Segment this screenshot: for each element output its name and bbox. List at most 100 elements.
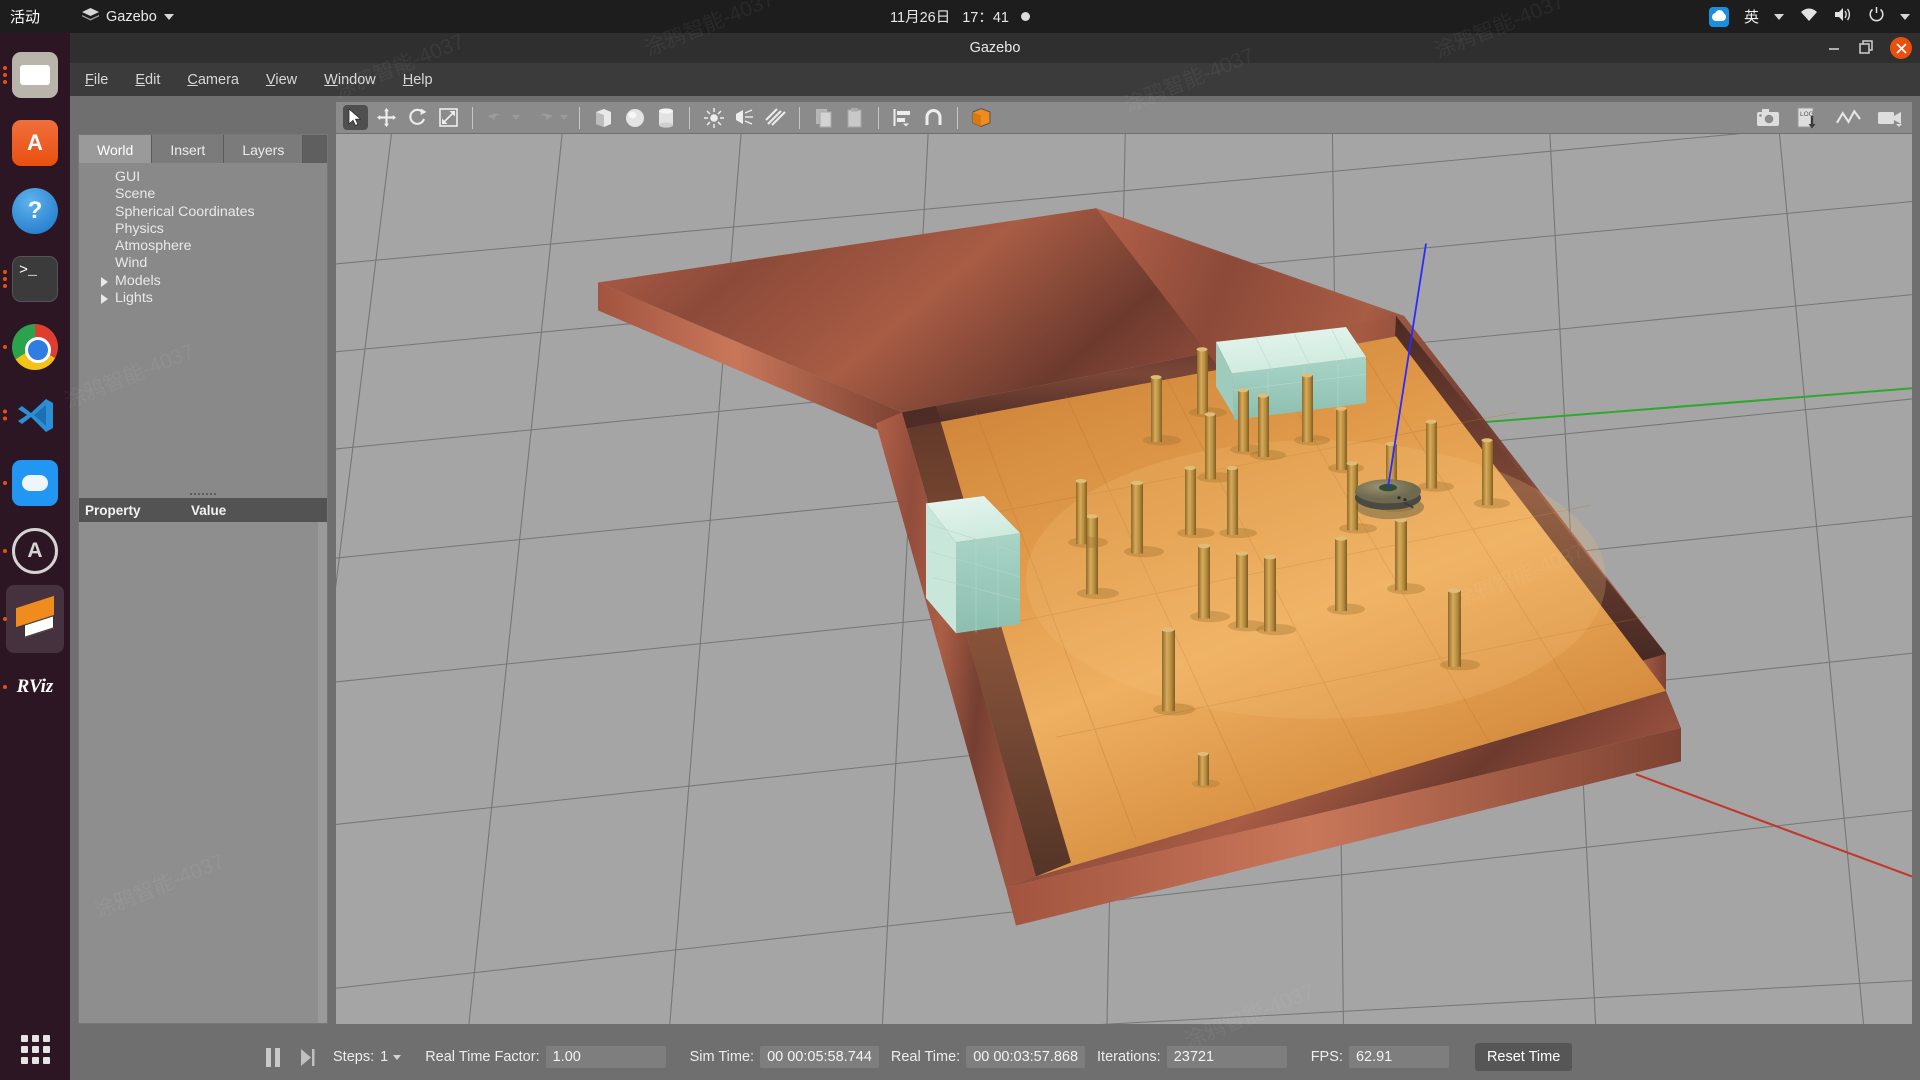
log-record-button[interactable]: LOG <box>1794 105 1822 130</box>
real-time-label: Real Time: <box>891 1049 960 1065</box>
render-viewport[interactable] <box>336 134 1912 1024</box>
app-menu-button[interactable]: Gazebo <box>82 8 174 25</box>
chevron-down-icon[interactable] <box>1774 14 1784 20</box>
maximize-button[interactable] <box>1858 40 1874 57</box>
plot-button[interactable] <box>1836 105 1861 130</box>
undo-button[interactable] <box>484 105 509 130</box>
ubuntu-dock: A ? >_ A RViz <box>0 33 70 1080</box>
spot-light-button[interactable] <box>732 105 757 130</box>
steps-caret-icon[interactable] <box>393 1055 401 1060</box>
property-scrollbar[interactable] <box>318 522 327 1023</box>
system-tray: 英 <box>1709 6 1910 27</box>
input-language-label[interactable]: 英 <box>1744 6 1759 27</box>
tree-item-lights[interactable]: Lights <box>101 290 327 307</box>
cloud-app-icon <box>12 460 58 506</box>
point-light-button[interactable] <box>701 105 726 130</box>
teal-box-near-front <box>956 533 1020 633</box>
iterations-label: Iterations: <box>1097 1049 1161 1065</box>
toolbar-right-group: LOG <box>1755 105 1905 130</box>
show-applications-button[interactable] <box>0 1035 70 1064</box>
dock-item-chrome[interactable] <box>0 313 70 381</box>
menu-camera[interactable]: Camera <box>187 72 239 88</box>
copy-button[interactable] <box>811 105 836 130</box>
terminal-icon: >_ <box>12 256 58 302</box>
rviz-icon: RViz <box>12 664 58 710</box>
reset-time-button[interactable]: Reset Time <box>1475 1043 1572 1071</box>
grid-icon <box>21 1035 50 1064</box>
dock-item-ubuntu[interactable]: A <box>0 517 70 585</box>
menu-file[interactable]: File <box>85 72 108 88</box>
dock-item-rviz[interactable]: RViz <box>0 653 70 721</box>
dock-item-terminal[interactable]: >_ <box>0 245 70 313</box>
tree-item-models[interactable]: Models <box>101 273 327 290</box>
menu-window[interactable]: Window <box>324 72 376 88</box>
video-record-button[interactable] <box>1875 105 1905 130</box>
render-toolbar: LOG <box>336 102 1912 133</box>
align-button[interactable] <box>890 105 915 130</box>
clock[interactable]: 11月26日 17：41 <box>890 6 1030 27</box>
expand-arrow-icon[interactable] <box>101 294 108 304</box>
select-mode-button[interactable] <box>343 105 368 130</box>
tree-item-label: Models <box>115 273 161 289</box>
clock-time: 17：41 <box>962 6 1009 27</box>
dock-item-files[interactable] <box>0 41 70 109</box>
activities-button[interactable]: 活动 <box>10 6 40 27</box>
tree-item-scene[interactable]: Scene <box>101 186 327 203</box>
sim-time-label: Sim Time: <box>690 1049 754 1065</box>
redo-history-caret-icon[interactable] <box>560 115 568 120</box>
tree-item-gui[interactable]: GUI <box>101 169 327 186</box>
dock-item-help[interactable]: ? <box>0 177 70 245</box>
redo-button[interactable] <box>532 105 557 130</box>
tree-item-physics[interactable]: Physics <box>101 221 327 238</box>
chrome-icon <box>12 324 58 370</box>
paste-button[interactable] <box>842 105 867 130</box>
directional-light-button[interactable] <box>763 105 788 130</box>
tab-insert[interactable]: Insert <box>152 135 224 163</box>
tree-item-spherical-coordinates[interactable]: Spherical Coordinates <box>101 204 327 221</box>
rotate-mode-button[interactable] <box>405 105 430 130</box>
step-button[interactable] <box>300 1048 315 1067</box>
tree-item-wind[interactable]: Wind <box>101 255 327 272</box>
running-indicator <box>3 481 7 485</box>
power-icon[interactable] <box>1868 6 1885 27</box>
insert-cylinder-button[interactable] <box>653 105 678 130</box>
minimize-button[interactable] <box>1826 40 1842 56</box>
pause-button[interactable] <box>266 1048 280 1067</box>
scene-canvas[interactable] <box>336 134 1912 1024</box>
close-button[interactable] <box>1890 37 1912 59</box>
chevron-down-icon[interactable] <box>1900 14 1910 20</box>
snap-button[interactable] <box>921 105 946 130</box>
property-table-body <box>79 522 327 1023</box>
insert-sphere-button[interactable] <box>622 105 647 130</box>
menu-edit[interactable]: Edit <box>135 72 160 88</box>
gazebo-layers-icon <box>82 8 99 25</box>
screenshot-button[interactable] <box>1755 105 1780 130</box>
dock-item-cloud[interactable] <box>0 449 70 517</box>
dock-item-gazebo[interactable] <box>6 585 64 653</box>
insert-box-button[interactable] <box>591 105 616 130</box>
world-tree: GUI Scene Spherical Coordinates Physics … <box>79 163 327 307</box>
view-angle-button[interactable] <box>969 105 994 130</box>
menu-help[interactable]: Help <box>403 72 433 88</box>
real-time-value: 00 00:03:57.868 <box>966 1046 1085 1068</box>
wifi-icon[interactable] <box>1799 7 1819 26</box>
undo-history-caret-icon[interactable] <box>512 115 520 120</box>
cloud-sync-icon[interactable] <box>1709 7 1729 27</box>
panel-splitter[interactable] <box>79 490 327 498</box>
running-indicator <box>3 549 7 553</box>
window-body: World Insert Layers GUI Scene Spherical … <box>70 96 1920 1034</box>
volume-icon[interactable] <box>1834 7 1853 26</box>
gazebo-3d-scene[interactable] <box>336 134 1912 1024</box>
menu-bar: File Edit Camera View Window Help <box>70 63 1920 96</box>
steps-value[interactable]: 1 <box>380 1049 388 1065</box>
translate-mode-button[interactable] <box>374 105 399 130</box>
scale-mode-button[interactable] <box>436 105 461 130</box>
tab-layers[interactable]: Layers <box>224 135 303 163</box>
dock-item-software[interactable]: A <box>0 109 70 177</box>
dock-item-vscode[interactable] <box>0 381 70 449</box>
folder-icon <box>12 52 58 98</box>
tab-world[interactable]: World <box>79 135 152 163</box>
menu-view[interactable]: View <box>266 72 297 88</box>
expand-arrow-icon[interactable] <box>101 277 108 287</box>
tree-item-atmosphere[interactable]: Atmosphere <box>101 238 327 255</box>
